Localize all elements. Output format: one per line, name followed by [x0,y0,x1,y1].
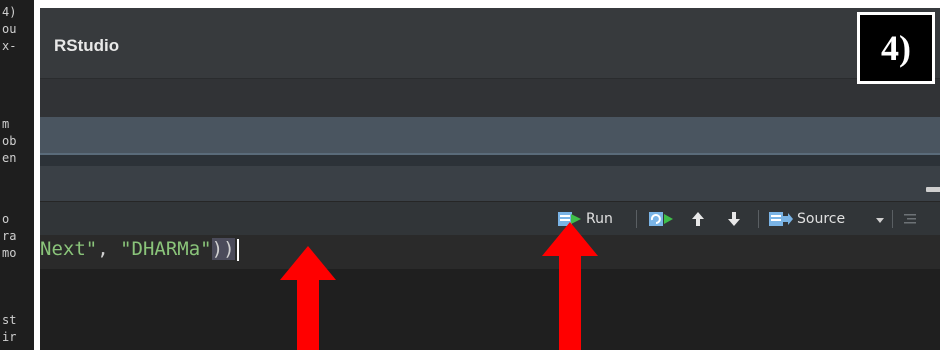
code-text[interactable]: Next", "DHARMa")) [40,238,239,261]
console-line: 4) [2,5,17,19]
console-line: ra [2,229,17,243]
console-line: mo [2,246,17,260]
console-line: en [2,151,17,165]
arrow-to-cursor [280,246,336,350]
code-editor-line[interactable]: Next", "DHARMa")) [40,235,940,269]
source-icon [769,212,793,226]
outline-icon [904,214,916,224]
rerun-button[interactable] [648,210,674,228]
source-dropdown[interactable] [874,210,886,228]
toolbar-divider [892,210,893,228]
menu-bar [40,78,940,117]
rstudio-window: RStudio Run Source Next", "DHARMa")) [40,8,940,350]
code-string: "DHARMa" [120,238,212,260]
code-separator: , [97,238,121,260]
code-paren: ) [223,238,235,260]
console-line: ou [2,22,17,36]
arrow-shaft [297,280,319,350]
code-paren: ) [211,238,224,260]
background-console: 4) ou x- m ob en o ra mo st ir [0,0,34,350]
title-bar: RStudio [40,8,940,78]
arrow-head [542,222,598,256]
editor-toolbar: Run Source [40,201,940,236]
outline-button[interactable] [902,210,918,228]
console-line: ob [2,134,17,148]
rerun-icon [649,212,673,226]
dropdown-icon [876,218,884,223]
console-line: st [2,313,17,327]
code-editor-area[interactable] [40,269,940,350]
text-cursor [236,238,239,261]
toolbar-divider [758,210,759,228]
go-down-button[interactable] [726,210,742,228]
arrow-head [280,246,336,280]
code-string: Next" [40,238,98,260]
go-up-button[interactable] [690,210,706,228]
source-button[interactable]: Source [768,210,845,228]
minimize-icon[interactable] [926,187,940,192]
main-toolbar [40,117,940,153]
console-line: x- [2,39,17,53]
app-title: RStudio [54,36,120,55]
console-line: m [2,117,10,131]
go-down-icon [728,212,740,226]
editor-pane-header [40,166,940,201]
console-line: ir [2,330,17,344]
arrow-to-run-button [542,222,598,350]
console-line: o [2,212,10,226]
arrow-shaft [559,256,581,350]
go-up-icon [692,212,704,226]
toolbar-divider [636,210,637,228]
step-label: 4) [857,12,935,84]
source-label: Source [797,211,846,227]
